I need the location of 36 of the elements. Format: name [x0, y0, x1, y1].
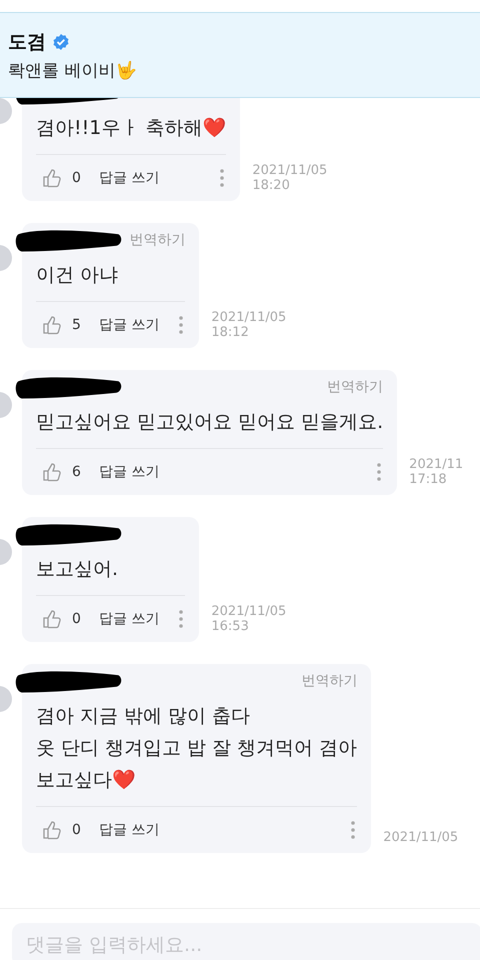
reply-link[interactable]: 답글 쓰기: [98, 463, 160, 481]
comment-date: 2021/11/05: [211, 604, 286, 619]
comment-date: 2021/11: [409, 457, 464, 472]
more-icon[interactable]: [179, 316, 184, 334]
artist-name: 도겸: [8, 30, 46, 55]
comment-date: 2021/11/05: [252, 163, 328, 178]
reply-link[interactable]: 답글 쓰기: [98, 821, 160, 839]
like-count: 0: [72, 170, 81, 186]
comment-time: 16:53: [211, 619, 250, 634]
thumbs-up-icon[interactable]: [42, 315, 62, 335]
comment-time: 17:18: [409, 472, 448, 487]
thumbs-up-icon[interactable]: [42, 168, 62, 188]
comment-text: 겸아 지금 밖에 많이 춥다 옷 단디 챙겨입고 밥 잘 챙겨먹어 겸아 보고싶다❤: [36, 694, 358, 807]
more-icon[interactable]: [220, 169, 224, 187]
comment-date: 2021/11/05: [383, 830, 458, 845]
like-count: 0: [72, 822, 81, 838]
comment-text: 보고싶어.: [36, 547, 186, 596]
like-count: 6: [72, 464, 81, 480]
comment-date: 2021/11/05: [211, 310, 286, 325]
comment-text: 이건 아냐: [36, 253, 186, 302]
reply-link[interactable]: 답글 쓰기: [98, 169, 160, 187]
more-icon[interactable]: [179, 610, 184, 628]
thumbs-up-icon[interactable]: [42, 462, 62, 482]
reply-link[interactable]: 답글 쓰기: [98, 316, 160, 334]
comment-time: 18:12: [211, 325, 250, 340]
more-icon[interactable]: [351, 821, 356, 839]
reply-link[interactable]: 답글 쓰기: [98, 610, 160, 628]
comment-time: 18:20: [252, 178, 291, 193]
like-count: 5: [72, 317, 81, 333]
comment-text: 믿고싶어요 믿고있어요 믿어요 믿을게요.: [36, 400, 384, 449]
status-text: 롹앤롤 베이비🤟: [8, 60, 138, 82]
comment-text: 겸아!!1우ㅏ 축하해❤: [36, 106, 226, 155]
thumbs-up-icon[interactable]: [42, 609, 62, 629]
thumbs-up-icon[interactable]: [42, 820, 62, 840]
like-count: 0: [72, 611, 81, 627]
more-icon[interactable]: [377, 463, 382, 481]
